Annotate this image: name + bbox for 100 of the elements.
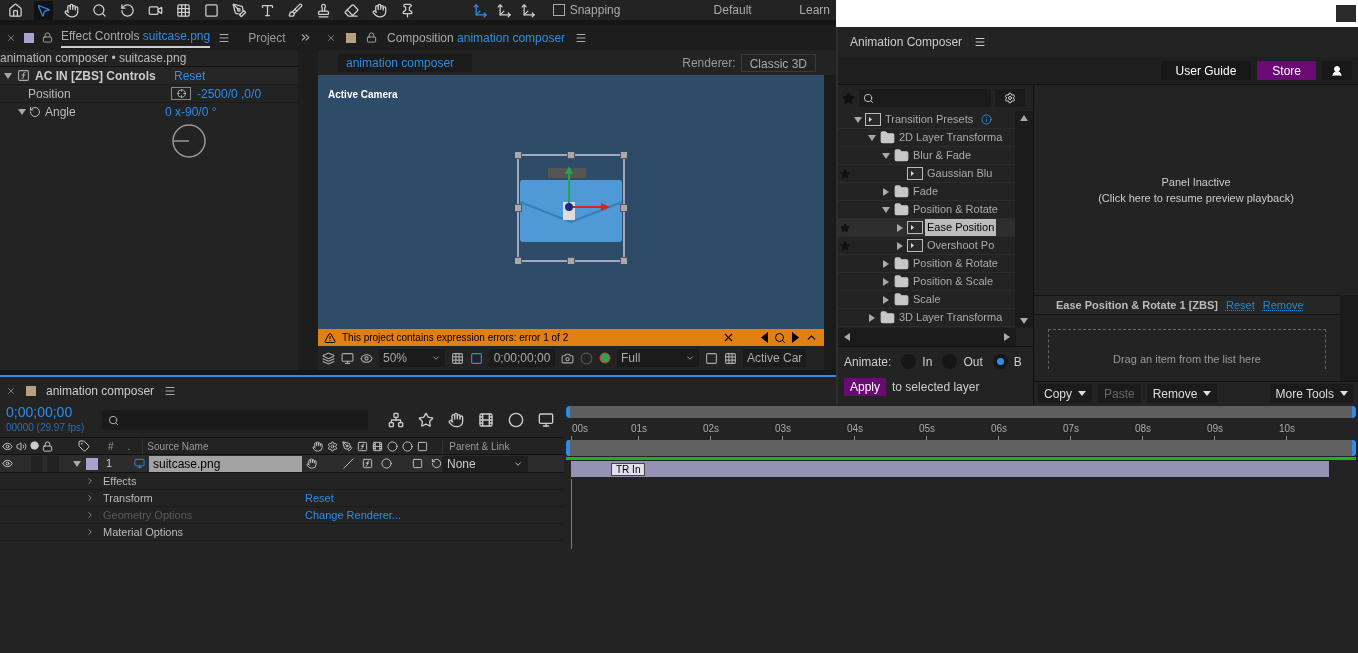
user-menu-icon[interactable] xyxy=(1322,61,1352,80)
visibility-icon[interactable] xyxy=(2,440,13,452)
crosshair-button[interactable] xyxy=(171,87,191,100)
tree-item[interactable]: 2D Layer Transforma xyxy=(897,129,1005,146)
chevron-down-icon[interactable] xyxy=(685,353,695,363)
pen-tool-icon[interactable] xyxy=(232,2,247,18)
layer-marker[interactable]: TR In xyxy=(611,462,646,476)
type-tool-icon[interactable] xyxy=(260,2,275,18)
rotate-tool-icon[interactable] xyxy=(120,2,135,18)
audio-icon[interactable] xyxy=(16,440,27,452)
apply-button[interactable]: Apply xyxy=(844,378,887,396)
caret-icon[interactable] xyxy=(881,295,890,304)
action-button[interactable]: Remove xyxy=(1146,384,1218,403)
tree-item[interactable]: Fade xyxy=(911,183,941,200)
solo-switch[interactable] xyxy=(31,455,43,472)
caret-icon[interactable] xyxy=(895,223,904,232)
scroll-down-icon[interactable] xyxy=(1020,318,1029,324)
lock-switch[interactable] xyxy=(47,455,59,472)
timecode-field[interactable]: 0;00;00;00 xyxy=(489,349,555,367)
composition-name-tab[interactable]: animation composer xyxy=(338,53,472,72)
property-group[interactable]: Material Options xyxy=(103,523,305,541)
collapse-switch-icon[interactable] xyxy=(327,440,339,452)
axis-local-icon[interactable] xyxy=(472,2,488,18)
chevron-down-icon[interactable] xyxy=(431,353,441,363)
tree-item[interactable]: Ease Position xyxy=(925,219,997,236)
label-color-swatch[interactable] xyxy=(86,457,98,470)
caret-icon[interactable] xyxy=(867,313,876,322)
tree-item[interactable]: Gaussian Blu xyxy=(925,165,995,182)
snapshot-icon[interactable] xyxy=(561,351,574,365)
info-icon[interactable] xyxy=(981,114,993,125)
grid-icon[interactable] xyxy=(451,351,464,365)
monitor-icon[interactable] xyxy=(341,351,354,365)
scroll-up-icon[interactable] xyxy=(1020,115,1029,121)
radio-button[interactable] xyxy=(992,354,1008,369)
current-time[interactable]: 0;00;00;00 xyxy=(6,405,94,420)
dropdown-arrow-icon[interactable] xyxy=(1078,391,1086,396)
search-icon[interactable] xyxy=(863,92,874,104)
parent-dropdown[interactable]: None xyxy=(442,455,528,472)
flowchart-icon[interactable] xyxy=(388,412,404,428)
quality-switch-icon[interactable] xyxy=(342,458,354,469)
tree-item[interactable]: 3D Layer Transforma xyxy=(897,309,1005,326)
action-button[interactable]: Copy xyxy=(1038,384,1092,403)
frame-blending-icon[interactable] xyxy=(478,412,494,428)
tree-item[interactable]: Overshoot Po xyxy=(925,237,997,254)
star-icon[interactable] xyxy=(840,222,850,233)
tree-item[interactable]: Position & Rotate xyxy=(911,255,1000,272)
scroll-left-icon[interactable] xyxy=(844,333,850,341)
suitcase-layer-drawing[interactable] xyxy=(515,152,627,264)
tree-item[interactable]: Position & Scale xyxy=(911,273,996,290)
puppet-pin-tool-icon[interactable] xyxy=(400,2,415,18)
caret-icon[interactable] xyxy=(895,241,904,250)
view-dropdown[interactable]: Active Car xyxy=(743,349,807,367)
zoom-tool-icon[interactable] xyxy=(92,2,107,18)
visibility-icon[interactable] xyxy=(2,458,13,469)
snapping-checkbox[interactable] xyxy=(552,4,565,16)
layer-name[interactable]: suitcase.png xyxy=(149,455,302,472)
close-icon[interactable] xyxy=(722,331,735,344)
caret-icon[interactable] xyxy=(853,115,862,124)
previous-error-icon[interactable] xyxy=(761,332,768,343)
dropdown-arrow-icon[interactable] xyxy=(1203,391,1212,396)
axis-view-icon[interactable] xyxy=(520,2,536,18)
home-icon[interactable] xyxy=(8,2,23,18)
hand-tool-icon[interactable] xyxy=(64,2,79,18)
menu-icon[interactable] xyxy=(218,31,231,44)
scroll-right-icon[interactable] xyxy=(1004,333,1010,341)
composition-viewer[interactable]: Active Camera xyxy=(318,75,824,329)
menu-icon[interactable] xyxy=(575,31,588,44)
zoom-dropdown[interactable]: 50% xyxy=(379,349,445,367)
fx-icon[interactable] xyxy=(357,440,369,452)
3d-layer-switch-icon[interactable] xyxy=(412,458,423,469)
next-error-icon[interactable] xyxy=(792,332,799,343)
resolution-dropdown[interactable]: Full xyxy=(617,349,699,367)
caret-icon[interactable] xyxy=(867,133,876,142)
header-button[interactable]: Store xyxy=(1257,61,1316,80)
effect-controls-tab[interactable]: Effect Controls suitcase.png xyxy=(61,27,211,48)
settings-icon[interactable] xyxy=(995,89,1025,107)
graph-editor-icon[interactable] xyxy=(538,412,554,428)
angle-dial[interactable] xyxy=(172,124,206,158)
caret-icon[interactable] xyxy=(4,71,12,80)
axis-world-icon[interactable] xyxy=(496,2,512,18)
crosshair-icon[interactable] xyxy=(176,89,186,98)
brush-tool-icon[interactable] xyxy=(288,2,303,18)
search-field[interactable] xyxy=(859,89,991,107)
preview-area[interactable]: Panel Inactive (Click here to resume preview playback) xyxy=(1034,85,1358,295)
lock-icon[interactable] xyxy=(42,440,53,452)
search-icon[interactable] xyxy=(774,331,786,344)
horizontal-scrollbar[interactable] xyxy=(838,328,1016,346)
caret-icon[interactable] xyxy=(881,277,890,286)
menu-icon[interactable] xyxy=(974,36,987,48)
selection-tool-icon[interactable] xyxy=(36,2,51,18)
clone-stamp-tool-icon[interactable] xyxy=(316,2,331,18)
caret-icon[interactable] xyxy=(881,151,890,160)
label-icon[interactable] xyxy=(78,440,90,452)
menu-icon[interactable] xyxy=(164,385,177,397)
header-button[interactable]: User Guide xyxy=(1160,61,1252,80)
preview-icon[interactable] xyxy=(322,351,335,365)
close-icon[interactable] xyxy=(326,32,336,43)
rectangle-tool-icon[interactable] xyxy=(204,2,219,18)
workspace-tab[interactable]: Learn xyxy=(799,1,830,19)
property-value[interactable]: 0 x-90/0 ° xyxy=(165,102,217,121)
